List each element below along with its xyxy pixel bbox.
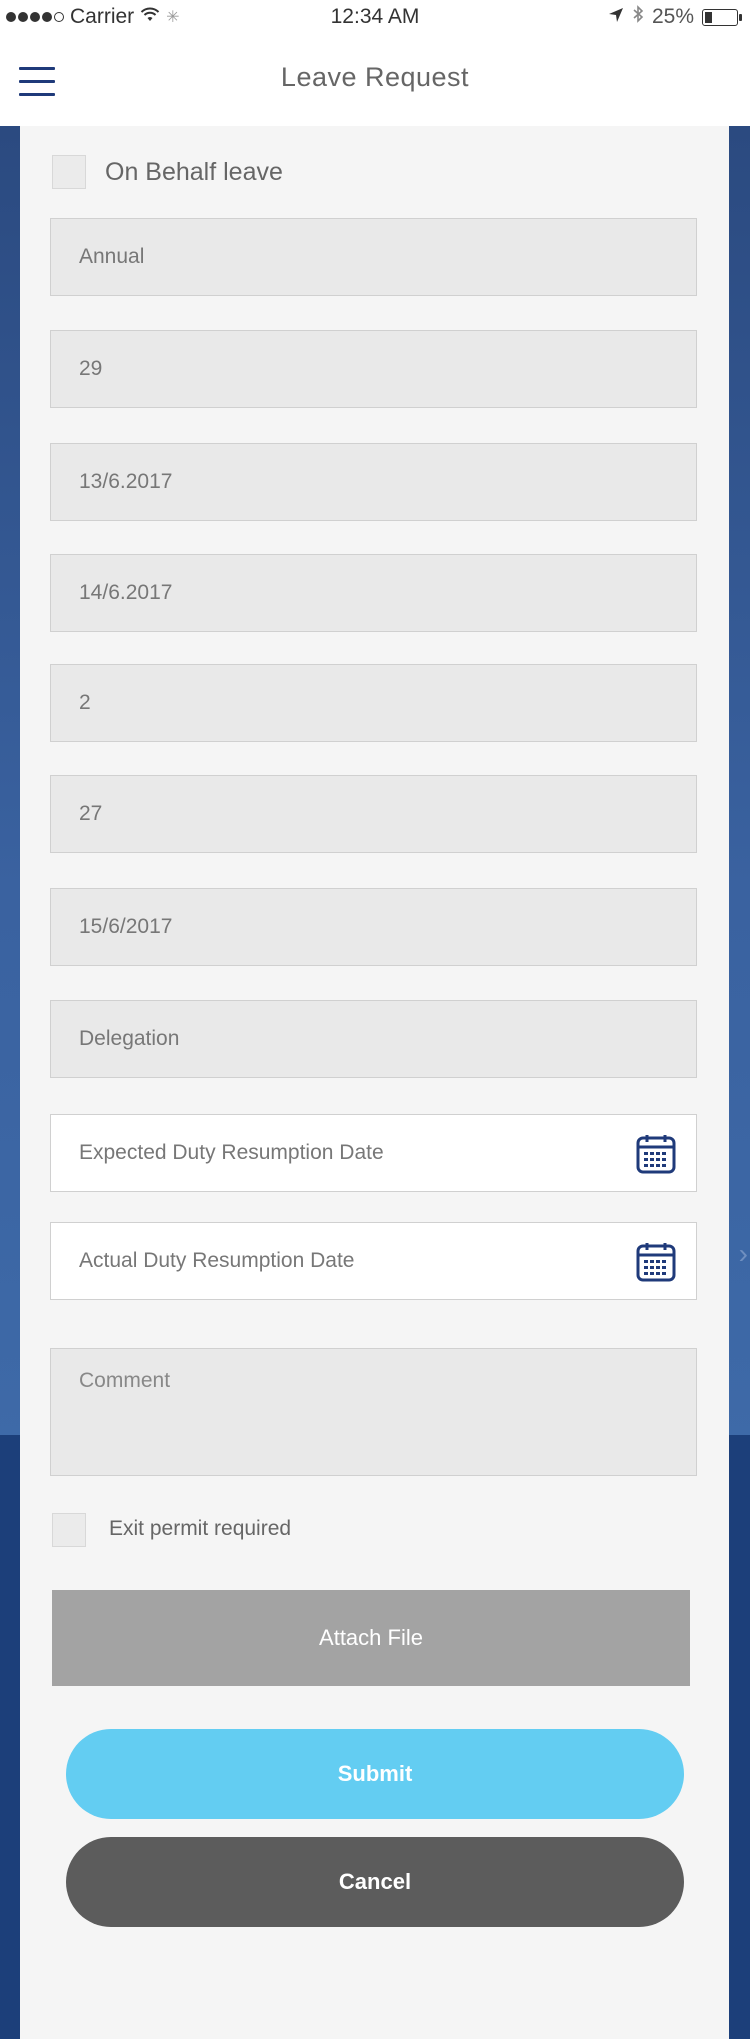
status-bar: Carrier ✳ 12:34 AM 25%	[0, 0, 750, 34]
return-date-field: 15/6/2017	[50, 888, 697, 966]
exit-permit-label: Exit permit required	[109, 1517, 292, 1540]
balance-value: 29	[79, 357, 103, 380]
battery-icon	[702, 8, 742, 26]
remaining-value: 27	[79, 802, 103, 825]
actual-resumption-date-field[interactable]: Actual Duty Resumption Date	[50, 1222, 697, 1300]
days-value: 2	[79, 691, 91, 714]
page-title: Leave Request	[280, 62, 470, 92]
bluetooth-icon	[632, 5, 644, 29]
remaining-field: 27	[50, 775, 697, 853]
end-date-value: 14/6.2017	[79, 581, 173, 604]
leave-type-value: Annual	[79, 245, 145, 268]
return-date-value: 15/6/2017	[79, 915, 173, 938]
end-date-field[interactable]: 14/6.2017	[50, 554, 697, 632]
expected-resumption-date-field[interactable]: Expected Duty Resumption Date	[50, 1114, 697, 1192]
start-date-value: 13/6.2017	[79, 470, 173, 493]
expected-resumption-placeholder: Expected Duty Resumption Date	[79, 1141, 384, 1164]
battery-level	[705, 11, 712, 23]
submit-button[interactable]: Submit	[66, 1729, 684, 1819]
comment-textarea[interactable]: Comment	[50, 1348, 697, 1476]
calendar-icon[interactable]	[636, 1242, 676, 1282]
comment-placeholder: Comment	[79, 1369, 171, 1392]
start-date-field[interactable]: 13/6.2017	[50, 443, 697, 521]
attach-file-button[interactable]: Attach File	[52, 1590, 690, 1686]
battery-percent: 25%	[651, 5, 694, 28]
location-icon	[608, 5, 624, 29]
on-behalf-checkbox[interactable]	[52, 155, 86, 189]
cancel-button[interactable]: Cancel	[66, 1837, 684, 1927]
actual-resumption-placeholder: Actual Duty Resumption Date	[79, 1249, 355, 1272]
leave-type-field[interactable]: Annual	[50, 218, 697, 296]
days-field: 2	[50, 664, 697, 742]
on-behalf-label: On Behalf leave	[105, 158, 283, 186]
calendar-icon[interactable]	[636, 1134, 676, 1174]
delegation-field[interactable]: Delegation	[50, 1000, 697, 1078]
chevron-right-icon: ›	[738, 1238, 748, 1269]
nav-bar: Leave Request	[0, 34, 750, 126]
delegation-value: Delegation	[79, 1027, 180, 1050]
exit-permit-checkbox[interactable]	[52, 1513, 86, 1547]
balance-field: 29	[50, 330, 697, 408]
status-right: 25%	[608, 5, 742, 29]
